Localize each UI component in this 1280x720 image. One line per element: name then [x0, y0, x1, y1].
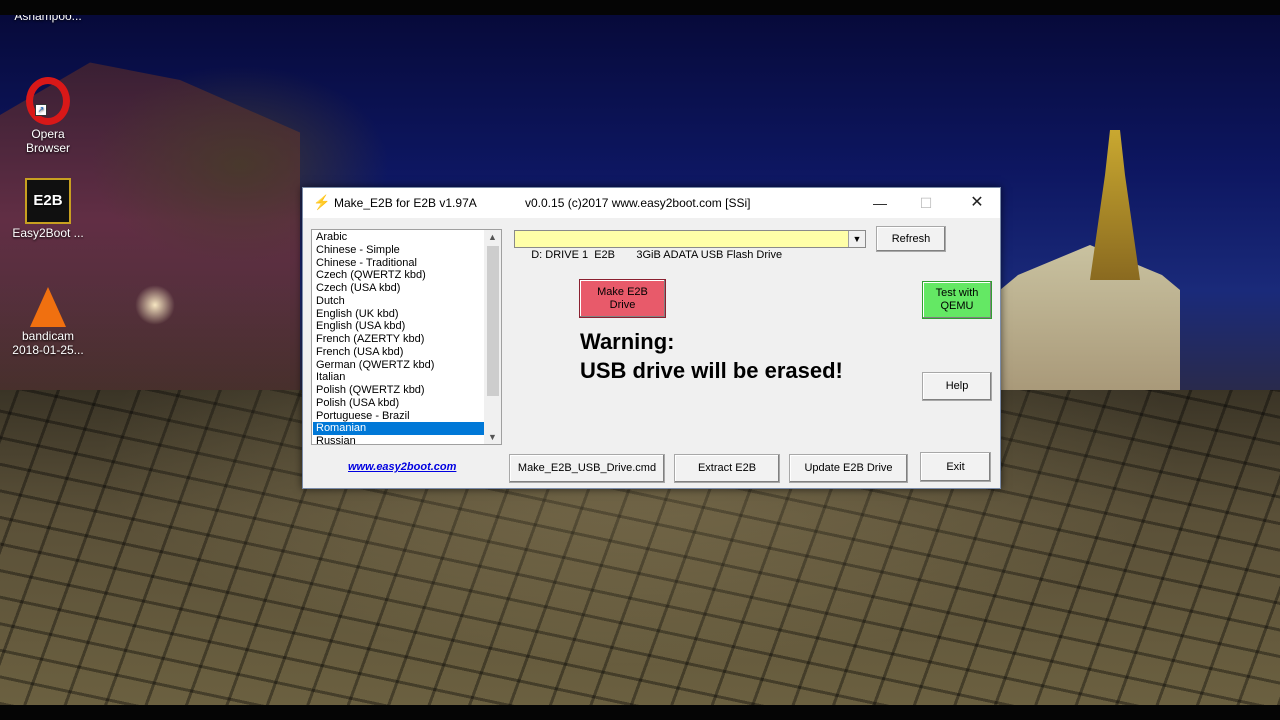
language-item[interactable]: Polish (QWERTZ kbd)	[313, 384, 485, 397]
scroll-up-icon[interactable]: ▲	[484, 230, 501, 244]
qemu-button-line2: QEMU	[940, 300, 974, 312]
language-item[interactable]: Portuguese - Brazil	[313, 410, 485, 423]
desktop-icon-opera[interactable]: ↗ Opera Browser	[8, 77, 88, 155]
warning-line2: USB drive will be erased!	[580, 358, 843, 383]
desktop-icon-ashampoo[interactable]: Ashampoo...	[8, 15, 88, 23]
make-usb-cmd-button[interactable]: Make_E2B_USB_Drive.cmd	[509, 454, 665, 483]
language-item[interactable]: Chinese - Simple	[313, 244, 485, 257]
shortcut-arrow-icon: ↗	[35, 104, 47, 116]
language-item[interactable]: Chinese - Traditional	[313, 257, 485, 270]
test-qemu-button[interactable]: Test with QEMU	[922, 281, 992, 319]
close-button[interactable]: ✕	[954, 188, 1000, 218]
language-item[interactable]: Polish (USA kbd)	[313, 397, 485, 410]
language-item[interactable]: Italian	[313, 371, 485, 384]
exit-button[interactable]: Exit	[920, 452, 991, 482]
chevron-down-icon[interactable]: ▼	[848, 231, 865, 247]
drive-select-value: D: DRIVE 1 E2B 3GiB ADATA USB Flash Driv…	[531, 249, 783, 261]
lightning-icon: ⚡	[313, 194, 331, 210]
maximize-button[interactable]: ☐	[903, 188, 949, 218]
language-item[interactable]: English (UK kbd)	[313, 308, 485, 321]
qemu-button-line1: Test with	[935, 287, 979, 299]
help-button[interactable]: Help	[922, 372, 992, 401]
language-item[interactable]: Czech (USA kbd)	[313, 282, 485, 295]
easy2boot-link[interactable]: www.easy2boot.com	[348, 461, 456, 473]
window-titlebar[interactable]: ⚡ Make_E2B for E2B v1.97A v0.0.15 (c)201…	[303, 188, 1000, 218]
drive-select[interactable]: D: DRIVE 1 E2B 3GiB ADATA USB Flash Driv…	[514, 230, 866, 261]
listbox-scrollbar[interactable]: ▲ ▼	[484, 230, 501, 444]
language-item[interactable]: Arabic	[313, 231, 485, 244]
make-button-line2: Drive	[609, 299, 636, 311]
vlc-cone-icon	[30, 287, 66, 327]
background-streetlight	[135, 285, 175, 325]
desktop-icon-bandicam[interactable]: bandicam 2018-01-25...	[8, 283, 88, 357]
opera-icon: ↗	[26, 77, 70, 125]
make-e2b-window: ⚡ Make_E2B for E2B v1.97A v0.0.15 (c)201…	[302, 187, 1001, 489]
background-building-right	[1000, 245, 1180, 395]
desktop-icon-label: Ashampoo...	[14, 15, 82, 23]
minimize-button[interactable]: —	[857, 188, 903, 218]
language-item[interactable]: German (QWERTZ kbd)	[313, 359, 485, 372]
make-e2b-drive-button[interactable]: Make E2B Drive	[579, 279, 666, 318]
window-version: v0.0.15 (c)2017 www.easy2boot.com [SSi]	[525, 196, 751, 210]
language-item[interactable]: Dutch	[313, 295, 485, 308]
make-button-line1: Make E2B	[597, 286, 648, 298]
warning-message: Warning: USB drive will be erased!	[580, 327, 910, 385]
letterbox-bottom	[0, 705, 1280, 720]
language-item[interactable]: Romanian	[313, 422, 485, 435]
language-listbox[interactable]: Arabic Chinese - Simple Chinese - Traditio…	[311, 229, 502, 445]
language-list: Arabic Chinese - Simple Chinese - Traditio…	[313, 231, 485, 444]
window-title: Make_E2B for E2B v1.97A	[334, 196, 477, 210]
scrollbar-thumb[interactable]	[487, 246, 499, 396]
warning-line1: Warning:	[580, 329, 675, 354]
desktop-icon-easy2boot[interactable]: E2B Easy2Boot ...	[8, 178, 88, 240]
scroll-down-icon[interactable]: ▼	[484, 430, 501, 444]
desktop-icon-label: Easy2Boot ...	[12, 226, 84, 240]
language-item[interactable]: Czech (QWERTZ kbd)	[313, 269, 485, 282]
e2b-icon: E2B	[25, 178, 71, 224]
language-item[interactable]: English (USA kbd)	[313, 320, 485, 333]
language-item[interactable]: French (AZERTY kbd)	[313, 333, 485, 346]
extract-e2b-button[interactable]: Extract E2B	[674, 454, 780, 483]
language-item[interactable]: Russian	[313, 435, 485, 444]
desktop-icon-label: Opera Browser	[25, 127, 70, 155]
update-e2b-drive-button[interactable]: Update E2B Drive	[789, 454, 908, 483]
background-tower	[1090, 130, 1140, 280]
refresh-button[interactable]: Refresh	[876, 226, 946, 252]
desktop-icon-label: bandicam 2018-01-25...	[12, 329, 84, 357]
letterbox-top	[0, 0, 1280, 15]
language-item[interactable]: French (USA kbd)	[313, 346, 485, 359]
